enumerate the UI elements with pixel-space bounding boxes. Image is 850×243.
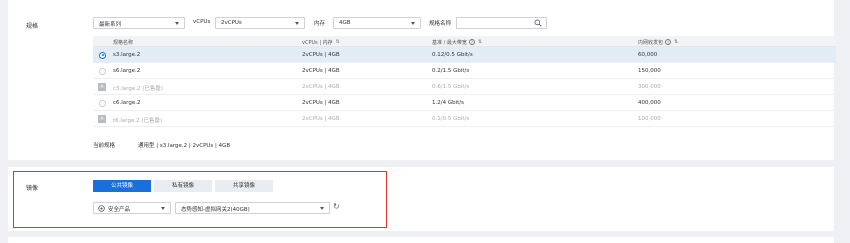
row-radio[interactable] [99, 51, 106, 59]
cell-name: c6.large.2 [113, 99, 141, 106]
chevron-down-icon [411, 22, 415, 25]
vcpus-label: vCPUs [193, 19, 211, 25]
cell-pps: 300,000 [638, 83, 661, 90]
info-icon[interactable]: ? [468, 39, 475, 45]
current-spec-label: 当前规格 [93, 143, 116, 149]
series-select[interactable]: 最新系列 [93, 17, 185, 29]
cell-vcpu-mem: 2vCPUs | 4GB [302, 51, 340, 58]
next-card [8, 237, 834, 243]
spec-name-label: 规格名称 [429, 21, 452, 27]
chevron-down-icon [161, 207, 165, 210]
sort-icon[interactable]: ⇅ [478, 39, 482, 45]
table-row[interactable]: c6.large.2 2vCPUs | 4GB 1.2/4 Gbit/s 400… [93, 95, 836, 111]
refresh-icon[interactable]: ↻ [333, 203, 340, 211]
tab-private-image[interactable]: 私有镜像 [154, 180, 212, 192]
tab-shared-image[interactable]: 共享镜像 [215, 180, 273, 192]
cell-name: s3.large.2 [113, 51, 141, 58]
table-row[interactable]: s6.large.2 2vCPUs | 4GB 0.2/1.5 Gbit/s 1… [93, 63, 836, 79]
memory-select[interactable]: 4GB [333, 17, 421, 29]
cell-pps: 400,000 [638, 99, 661, 106]
sort-icon[interactable]: ⇅ [336, 39, 340, 45]
col-header-vcpu-mem[interactable]: vCPUs | 内存 ⇅ [302, 39, 340, 46]
cell-pps: 60,000 [638, 51, 658, 58]
os-select[interactable]: 安全产品 [93, 202, 171, 214]
image-section-label: 镜像 [26, 185, 39, 192]
table-row: ✕ t6.large.2 (已售罄) 2vCPUs | 4GB 0.1/0.5 … [93, 111, 836, 127]
vcpus-select-value: 2vCPUs [221, 20, 242, 26]
image-select[interactable]: 态势感知-虚拟网关2(40GB) [175, 202, 330, 214]
table-row[interactable]: s3.large.2 2vCPUs | 4GB 0.12/0.5 Gbit/s … [93, 47, 836, 63]
col-header-name: 规格名称 [113, 39, 134, 46]
memory-select-value: 4GB [339, 20, 351, 26]
chevron-down-icon [175, 22, 179, 25]
cell-bandwidth: 0.12/0.5 Gbit/s [432, 51, 473, 58]
tab-public-image[interactable]: 公共镜像 [93, 180, 151, 192]
cell-vcpu-mem: 2vCPUs | 4GB [302, 115, 340, 122]
search-icon[interactable] [534, 19, 542, 27]
cell-vcpu-mem: 2vCPUs | 4GB [302, 67, 340, 74]
soldout-icon: ✕ [98, 115, 106, 123]
memory-label: 内存 [314, 21, 326, 27]
chevron-down-icon [320, 207, 324, 210]
row-radio[interactable] [99, 67, 106, 75]
table-header: 规格名称 vCPUs | 内存 ⇅ 基准 / 最大带宽? ⇅ 内网收发包? ⇅ [93, 36, 836, 47]
series-select-value: 最新系列 [99, 22, 122, 28]
cell-name: c3.large.2 (已售罄) [113, 85, 163, 92]
os-logo-icon [98, 205, 105, 212]
col-header-bandwidth-label: 基准 / 最大带宽 [432, 39, 467, 46]
cell-bandwidth: 1.2/4 Gbit/s [432, 99, 465, 106]
cell-bandwidth: 0.2/1.5 Gbit/s [432, 67, 470, 74]
os-select-value: 安全产品 [108, 207, 131, 213]
table-row: ✕ c3.large.2 (已售罄) 2vCPUs | 4GB 0.6/1.5 … [93, 79, 836, 95]
cell-bandwidth: 0.1/0.5 Gbit/s [432, 115, 470, 122]
spec-table: 规格名称 vCPUs | 内存 ⇅ 基准 / 最大带宽? ⇅ 内网收发包? ⇅ s3.… [93, 36, 836, 127]
image-select-value: 态势感知-虚拟网关2(40GB) [181, 207, 250, 213]
col-header-pps[interactable]: 内网收发包? ⇅ [638, 39, 678, 46]
cell-pps: 150,000 [638, 67, 661, 74]
sort-icon[interactable]: ⇅ [674, 39, 678, 45]
cell-name: t6.large.2 (已售罄) [113, 117, 163, 124]
cell-vcpu-mem: 2vCPUs | 4GB [302, 99, 340, 106]
cell-pps: 100,000 [638, 115, 661, 122]
col-header-pps-label: 内网收发包 [638, 39, 664, 46]
chevron-down-icon [295, 22, 299, 25]
col-header-vcpu-mem-label: vCPUs | 内存 [302, 39, 333, 46]
current-spec-value: 通用型 | s3.large.2 | 2vCPUs | 4GB [138, 143, 231, 149]
vcpus-select[interactable]: 2vCPUs [215, 17, 305, 29]
col-header-bandwidth[interactable]: 基准 / 最大带宽? ⇅ [432, 39, 482, 46]
cell-bandwidth: 0.6/1.5 Gbit/s [432, 83, 470, 90]
spec-name-search-input[interactable] [456, 17, 547, 29]
cell-vcpu-mem: 2vCPUs | 4GB [302, 83, 340, 90]
info-icon[interactable]: ? [665, 39, 672, 45]
spec-section-label: 规格 [26, 23, 39, 30]
soldout-icon: ✕ [98, 83, 106, 91]
row-radio[interactable] [99, 99, 106, 107]
cell-name: s6.large.2 [113, 67, 141, 74]
